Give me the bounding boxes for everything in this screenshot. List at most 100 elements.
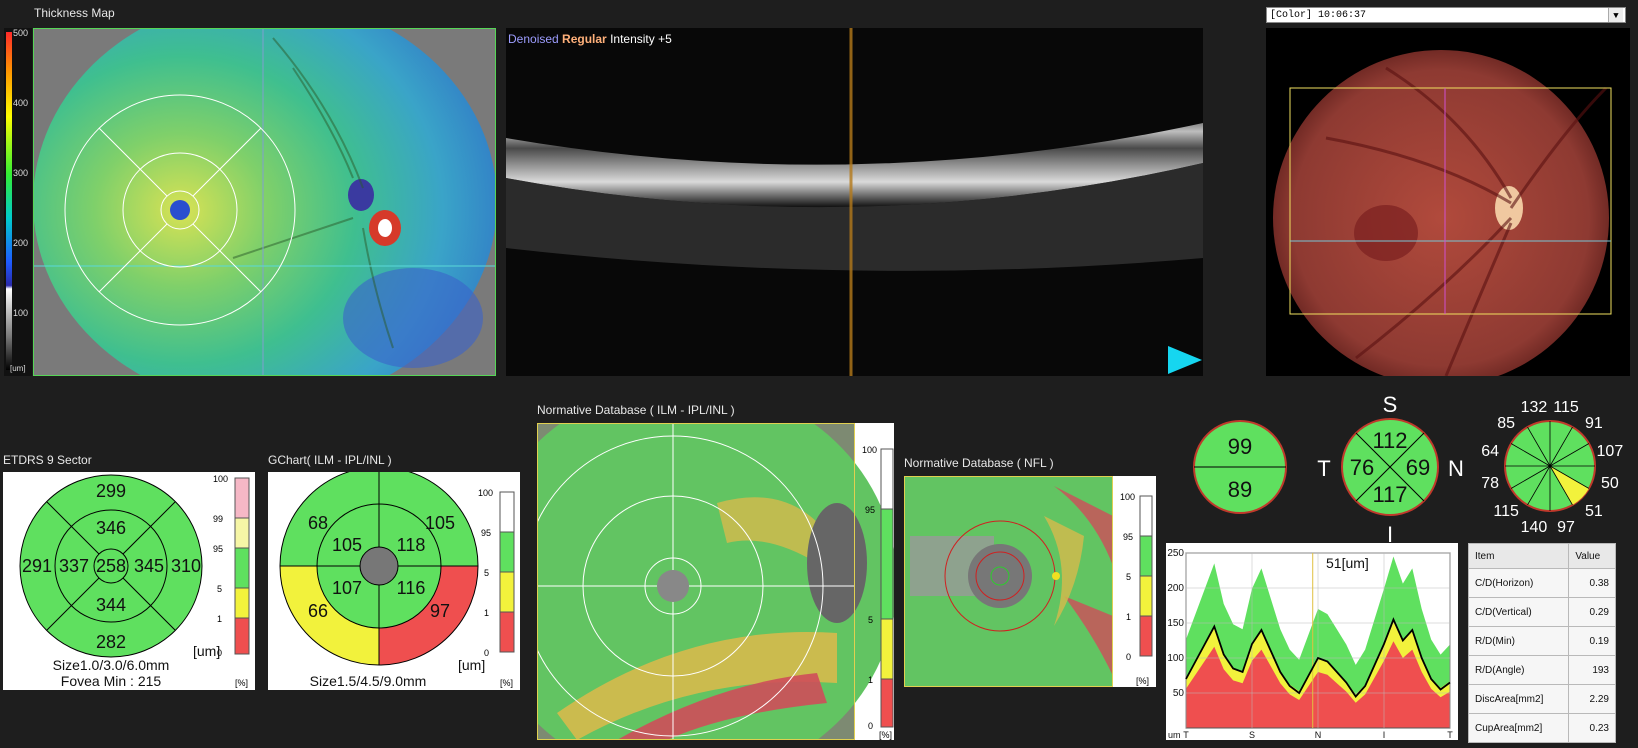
quadrant-label-n: N xyxy=(1448,456,1464,481)
clock-value: 140 xyxy=(1521,519,1548,536)
pct-b-100: 100 xyxy=(478,488,493,498)
intensity-label: Intensity +5 xyxy=(610,32,672,46)
etdrs-outer-left: 291 xyxy=(22,556,52,576)
scale-label-200: 200 xyxy=(13,238,29,248)
scale-unit: [um] xyxy=(10,364,26,373)
normdb-nfl-1: 1 xyxy=(1126,612,1131,622)
etdrs-chart: 299 291 310 282 346 337 345 344 258 [um]… xyxy=(3,472,255,690)
etdrs-outer-right: 310 xyxy=(171,556,201,576)
etdrs-inner-top: 346 xyxy=(96,518,126,538)
fundus-image-select[interactable]: [Color] 10:06:37 ▼ xyxy=(1266,7,1626,23)
clock-value: 115 xyxy=(1553,399,1579,416)
clock-value: 51 xyxy=(1585,503,1603,520)
disc-parameters-table: Item Value C/D(Horizon) 0.38 C/D(Vertica… xyxy=(1467,543,1616,743)
halves-bottom: 89 xyxy=(1228,477,1252,502)
pct-a-95: 95 xyxy=(213,544,223,554)
quadrant-sup: 112 xyxy=(1372,428,1407,453)
tsnit-x-tick: T xyxy=(1447,730,1453,740)
table-header-value: Value xyxy=(1568,543,1616,569)
gchart-inner-br: 116 xyxy=(397,578,426,598)
denoised-label: Denoised xyxy=(508,32,559,46)
tsnit-y-tick: 250 xyxy=(1167,548,1184,559)
table-row: DiscArea[mm2] 2.29 xyxy=(1467,684,1616,714)
gchart-outer-tl: 68 xyxy=(308,513,328,533)
fundus-select-value: [Color] 10:06:37 xyxy=(1270,10,1367,21)
clock-value: 64 xyxy=(1481,443,1499,460)
gchart-chart: 68 105 66 97 105 118 107 116 [um] Size1.… xyxy=(268,472,520,690)
table-row: R/D(Min) 0.19 xyxy=(1467,626,1616,656)
tsnit-y-tick: 100 xyxy=(1167,653,1184,664)
tsnit-readout: 51[um] xyxy=(1326,555,1369,571)
tsnit-y-tick: 150 xyxy=(1167,618,1184,629)
normdb-gcl-95: 95 xyxy=(865,505,875,515)
quadrant-label-i: I xyxy=(1387,522,1393,544)
pct-a-0: 0 xyxy=(217,648,222,658)
regular-label: Regular xyxy=(562,32,607,46)
table-cell: DiscArea[mm2] xyxy=(1467,684,1570,714)
table-row: C/D(Vertical) 0.29 xyxy=(1467,597,1616,627)
scale-label-500: 500 xyxy=(13,28,29,38)
pct-a-99: 99 xyxy=(213,514,223,524)
table-cell: 0.29 xyxy=(1568,597,1616,627)
thickness-color-bar xyxy=(6,32,12,370)
quadrant-label-s: S xyxy=(1383,392,1398,417)
normdb-nfl-5: 5 xyxy=(1126,572,1131,582)
clock-value: 107 xyxy=(1597,443,1624,460)
normdb-nfl-title: Normative Database ( NFL ) xyxy=(904,456,1054,470)
pct-a-unit: [%] xyxy=(235,678,248,688)
table-cell: CupArea[mm2] xyxy=(1467,713,1570,743)
tsnit-x-tick: S xyxy=(1249,730,1255,740)
etdrs-title: ETDRS 9 Sector xyxy=(3,453,92,467)
normdb-nfl-map[interactable]: 100 95 5 1 0 [%] xyxy=(904,476,1156,687)
quadrant-label-t: T xyxy=(1317,456,1330,481)
rnfl-clock-chart: 11591107505197140115786485132 xyxy=(1481,399,1624,536)
tsnit-y-unit: um xyxy=(1168,730,1181,740)
table-cell: C/D(Vertical) xyxy=(1467,597,1570,627)
scale-label-400: 400 xyxy=(13,98,29,108)
quadrant-tem: 76 xyxy=(1350,455,1374,480)
etdrs-inner-left: 337 xyxy=(59,556,89,576)
thickness-color-scale: 500 400 300 200 100 [um] xyxy=(4,28,32,376)
clock-value: 132 xyxy=(1521,399,1548,416)
table-row: R/D(Angle) 193 xyxy=(1467,655,1616,685)
halves-top: 99 xyxy=(1228,434,1252,459)
fundus-image[interactable] xyxy=(1266,28,1630,376)
gchart-outer-bl: 66 xyxy=(308,601,328,621)
table-cell: 0.23 xyxy=(1568,713,1616,743)
table-cell: 2.29 xyxy=(1568,684,1616,714)
oct-bscan-image[interactable] xyxy=(506,28,1203,376)
table-cell: 0.38 xyxy=(1568,568,1616,598)
tsnit-graph[interactable]: 250 200 150 100 50 T S N I Tum 51[um] xyxy=(1166,543,1458,740)
rnfl-quadrant-chart: S T N I 112 76 69 117 xyxy=(1317,392,1464,544)
normdb-gcl-5: 5 xyxy=(868,615,873,625)
gchart-inner-tr: 118 xyxy=(397,535,426,555)
clock-value: 50 xyxy=(1601,475,1619,492)
etdrs-inner-right: 345 xyxy=(134,556,164,576)
gchart-title: GChart( ILM - IPL/INL ) xyxy=(268,453,392,467)
etdrs-fovea-min: Fovea Min : 215 xyxy=(61,673,162,689)
table-cell: 0.19 xyxy=(1568,626,1616,656)
gchart-unit: [um] xyxy=(458,657,485,673)
normdb-nfl-95: 95 xyxy=(1123,532,1133,542)
gchart-inner-bl: 107 xyxy=(332,578,362,598)
clock-value: 115 xyxy=(1493,503,1519,520)
normdb-gcl-0: 0 xyxy=(868,721,873,731)
thickness-map-image[interactable] xyxy=(33,28,496,376)
table-cell: C/D(Horizon) xyxy=(1467,568,1570,598)
gchart-outer-br: 97 xyxy=(430,601,450,621)
chevron-down-icon[interactable]: ▼ xyxy=(1608,8,1623,22)
rnfl-halves-chart: 99 89 xyxy=(1193,420,1287,514)
clock-value: 97 xyxy=(1557,519,1575,536)
normdb-nfl-0: 0 xyxy=(1126,652,1131,662)
gchart-size: Size1.5/4.5/9.0mm xyxy=(310,673,427,689)
scale-label-100: 100 xyxy=(13,308,29,318)
tsnit-y-tick: 50 xyxy=(1173,688,1185,699)
table-header-item: Item xyxy=(1467,543,1570,569)
etdrs-inner-bottom: 344 xyxy=(96,595,126,615)
normdb-gcl-map[interactable]: 100 95 5 1 0 [%] xyxy=(537,423,894,740)
pct-b-unit: [%] xyxy=(500,678,513,688)
pct-a-1: 1 xyxy=(217,614,222,624)
tsnit-x-tick: N xyxy=(1315,730,1322,740)
table-row: CupArea[mm2] 0.23 xyxy=(1467,713,1616,743)
etdrs-center: 258 xyxy=(96,556,126,576)
